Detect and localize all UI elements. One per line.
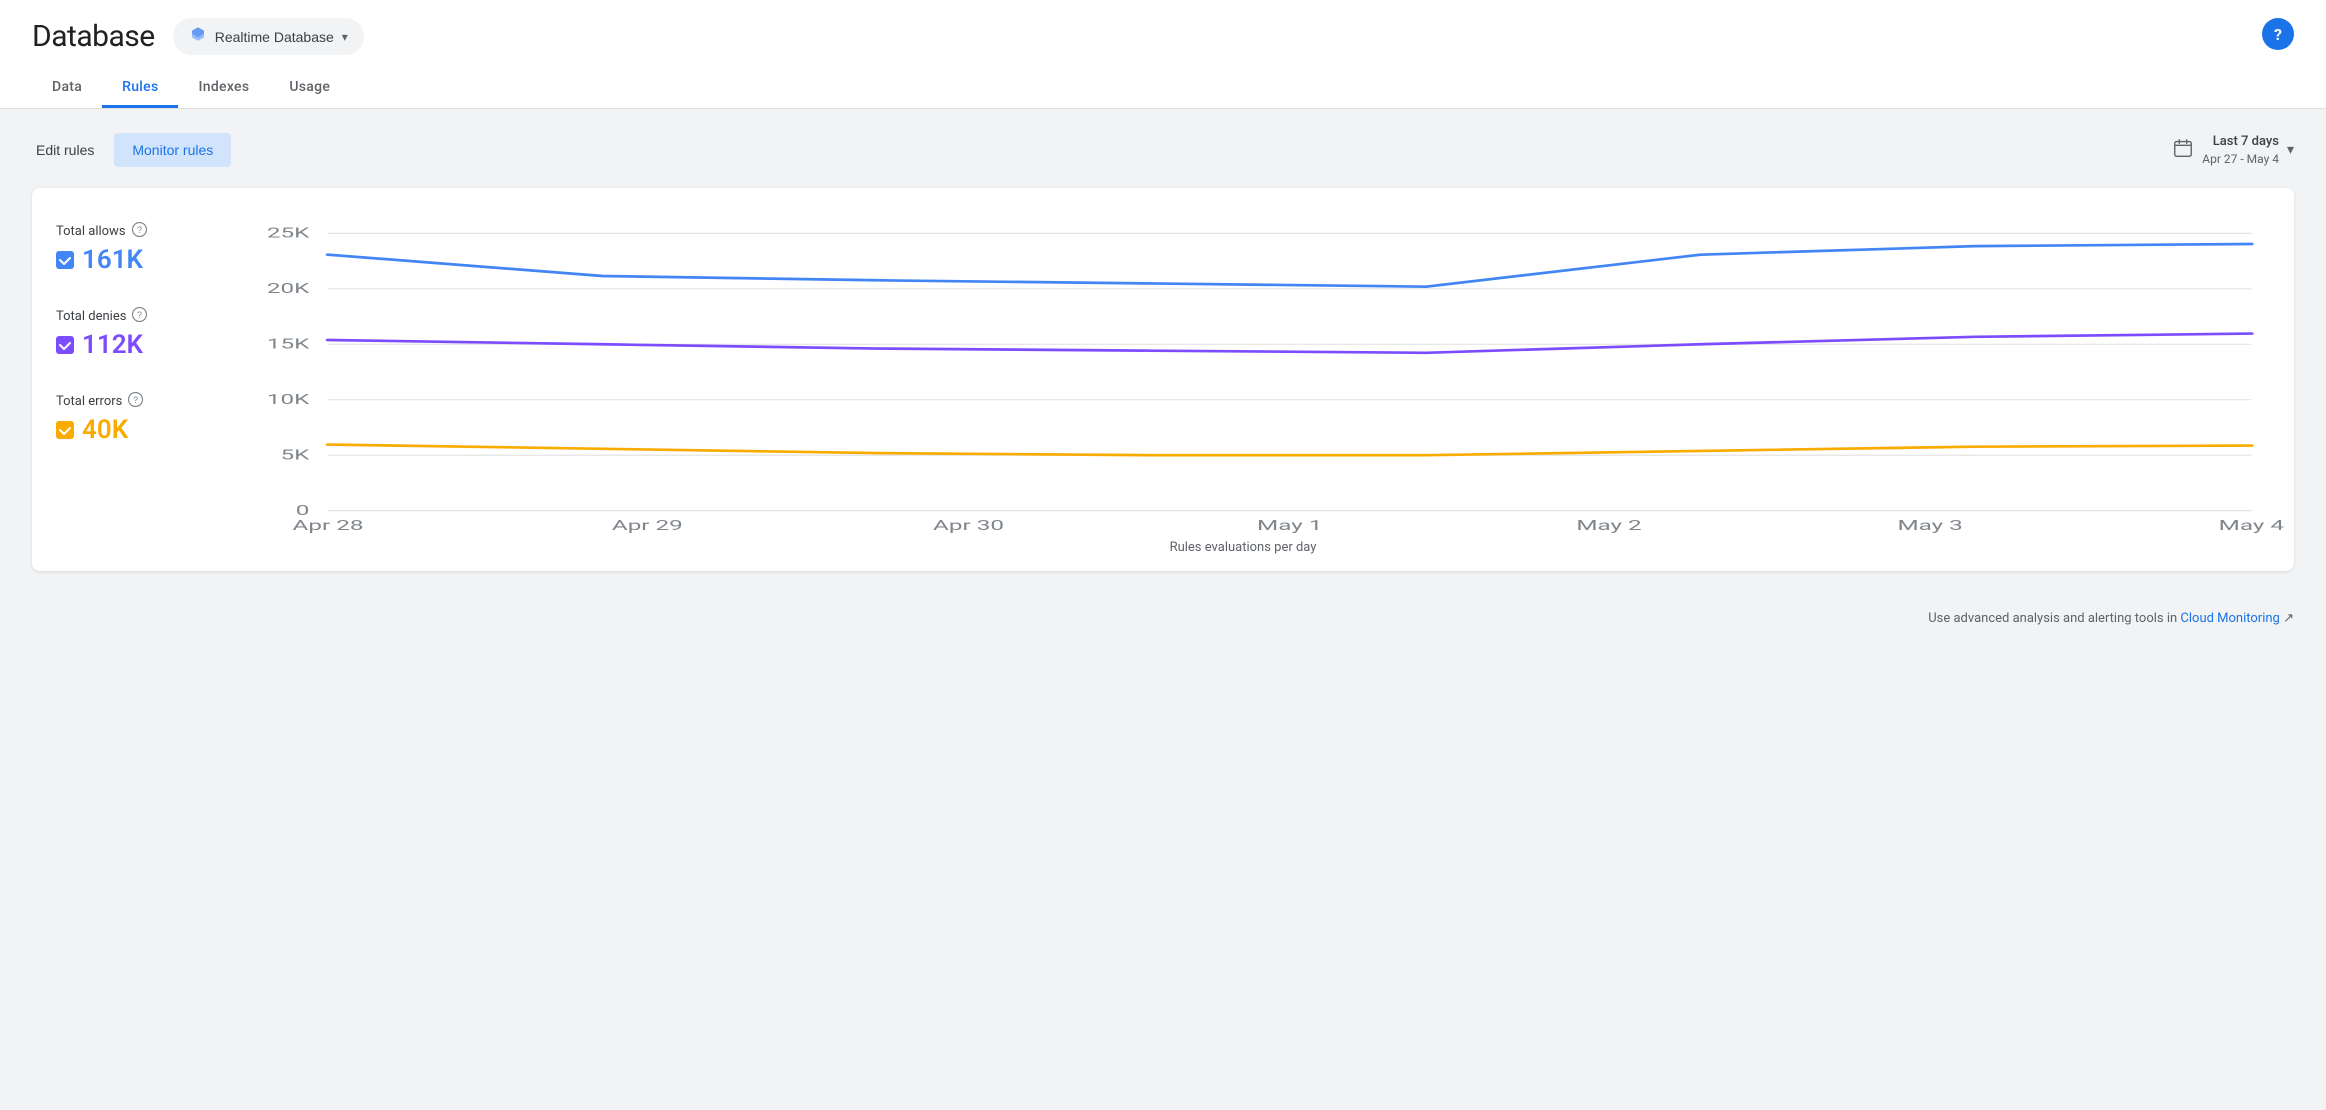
chart-area: .grid-line { stroke: #e0e0e0; stroke-wid… [216,212,2270,555]
denies-checkbox[interactable] [56,336,74,354]
svg-text:10K: 10K [267,391,310,407]
chart-x-axis-label: Rules evaluations per day [216,540,2270,555]
chart-svg: .grid-line { stroke: #e0e0e0; stroke-wid… [216,212,2270,532]
legend-errors: Total errors ? 40K [56,392,200,445]
main-content: Edit rules Monitor rules Last 7 days Apr… [0,109,2326,595]
footer-note: Use advanced analysis and alerting tools… [0,595,2326,642]
svg-text:Apr 29: Apr 29 [612,517,683,533]
svg-text:May 4: May 4 [2219,517,2284,533]
help-icon[interactable]: ? [2262,18,2294,50]
date-dropdown-arrow-icon: ▾ [2287,142,2294,158]
legend-allows-label: Total allows [56,224,126,239]
tab-usage[interactable]: Usage [269,69,350,108]
denies-help-icon[interactable]: ? [132,307,147,326]
db-icon [189,25,207,48]
date-period-label: Last 7 days [2213,133,2279,151]
chart-legend: Total allows ? 161K Total denies ? [56,212,216,555]
calendar-icon [2172,137,2194,164]
svg-text:?: ? [137,310,142,320]
cloud-monitoring-link[interactable]: Cloud Monitoring [2180,611,2279,626]
db-selector-label: Realtime Database [215,29,334,45]
svg-text:?: ? [133,395,138,405]
legend-errors-label: Total errors [56,394,122,409]
allows-value: 161K [82,245,143,275]
db-selector-arrow-icon: ▾ [342,30,348,44]
svg-text:15K: 15K [267,336,310,352]
denies-value: 112K [82,330,143,360]
db-selector-button[interactable]: Realtime Database ▾ [173,18,364,55]
legend-denies: Total denies ? 112K [56,307,200,360]
tab-indexes[interactable]: Indexes [178,69,269,108]
chart-card: Total allows ? 161K Total denies ? [32,188,2294,571]
svg-text:?: ? [137,225,142,235]
legend-allows: Total allows ? 161K [56,222,200,275]
page-title: Database [32,19,155,54]
svg-text:May 1: May 1 [1257,517,1322,533]
errors-help-icon[interactable]: ? [128,392,143,411]
tab-data[interactable]: Data [32,69,102,108]
monitor-rules-button[interactable]: Monitor rules [114,133,231,167]
svg-text:5K: 5K [281,447,311,463]
svg-text:May 3: May 3 [1897,517,1962,533]
toolbar: Edit rules Monitor rules Last 7 days Apr… [32,133,2294,168]
allows-checkbox[interactable] [56,251,74,269]
svg-text:20K: 20K [267,280,310,296]
date-range-selector[interactable]: Last 7 days Apr 27 - May 4 ▾ [2172,133,2294,168]
nav-tabs: Data Rules Indexes Usage [32,69,2294,108]
external-link-icon: ↗ [2283,611,2294,626]
svg-text:May 2: May 2 [1576,517,1641,533]
page-header: Database Realtime Database ▾ Data Rules … [0,0,2326,109]
svg-text:Apr 30: Apr 30 [933,517,1004,533]
footer-note-text: Use advanced analysis and alerting tools… [1928,611,2177,626]
allows-help-icon[interactable]: ? [132,222,147,241]
legend-denies-label: Total denies [56,309,126,324]
date-range-label: Apr 27 - May 4 [2202,151,2279,168]
svg-text:25K: 25K [267,225,310,241]
errors-value: 40K [82,415,128,445]
svg-text:0: 0 [296,502,310,518]
tab-rules[interactable]: Rules [102,69,178,108]
edit-rules-button[interactable]: Edit rules [32,134,98,166]
svg-text:Apr 28: Apr 28 [293,517,364,533]
errors-checkbox[interactable] [56,421,74,439]
